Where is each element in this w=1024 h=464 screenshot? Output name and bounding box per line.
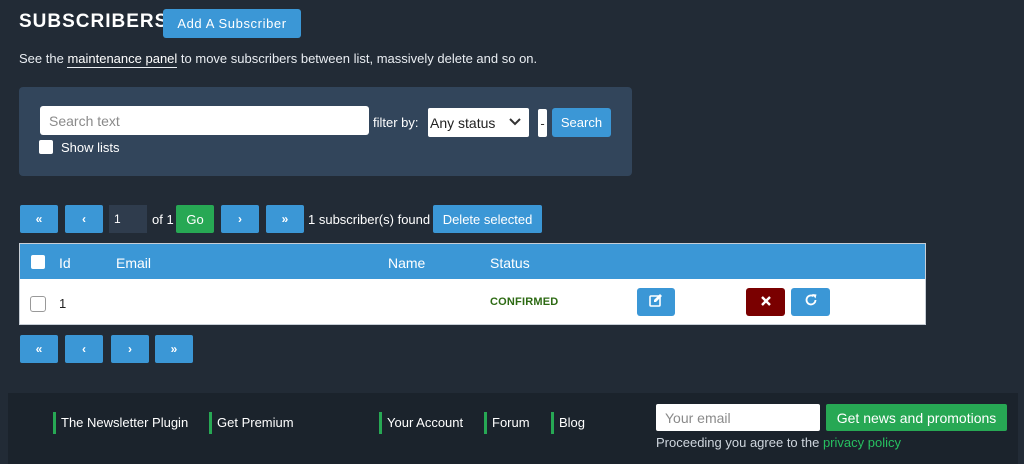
show-lists-label: Show lists bbox=[61, 140, 120, 155]
column-header-status: Status bbox=[490, 255, 530, 271]
footer-link-blog[interactable]: Blog bbox=[551, 412, 585, 434]
filter-by-label: filter by: bbox=[373, 115, 419, 130]
row-id: 1 bbox=[59, 296, 67, 311]
footer-link-newsletter-plugin[interactable]: The Newsletter Plugin bbox=[53, 412, 188, 434]
column-header-email: Email bbox=[116, 255, 152, 271]
table-header bbox=[20, 244, 925, 279]
first-page-button[interactable]: « bbox=[20, 205, 58, 233]
separator-box: - bbox=[538, 109, 547, 137]
column-header-id: Id bbox=[59, 255, 71, 271]
privacy-notice: Proceeding you agree to the privacy poli… bbox=[656, 435, 901, 450]
column-header-name: Name bbox=[388, 255, 426, 271]
footer-link-forum[interactable]: Forum bbox=[484, 412, 530, 434]
chevron-down-icon bbox=[509, 115, 521, 132]
footer-link-your-account[interactable]: Your Account bbox=[379, 412, 463, 434]
prev-page-button[interactable]: ‹ bbox=[65, 205, 103, 233]
next-page-button-bottom[interactable]: › bbox=[111, 335, 149, 363]
page-number-input[interactable]: 1 bbox=[109, 205, 147, 233]
edit-icon bbox=[649, 293, 663, 312]
resend-button[interactable] bbox=[791, 288, 830, 316]
last-page-button[interactable]: » bbox=[266, 205, 304, 233]
refresh-icon bbox=[804, 293, 818, 312]
search-button[interactable]: Search bbox=[552, 108, 611, 137]
close-icon bbox=[760, 293, 771, 311]
search-input[interactable] bbox=[40, 106, 369, 135]
page-title: SUBSCRIBERS bbox=[19, 11, 169, 32]
maintenance-panel-link[interactable]: maintenance panel bbox=[67, 51, 178, 68]
intro-suffix: to move subscribers between list, massiv… bbox=[177, 51, 538, 66]
privacy-prefix: Proceeding you agree to the bbox=[656, 435, 823, 450]
status-badge: CONFIRMED bbox=[490, 296, 559, 308]
delete-selected-button[interactable]: Delete selected bbox=[433, 205, 542, 233]
newsletter-email-input[interactable] bbox=[656, 404, 820, 431]
page-count-text: of 1 bbox=[152, 212, 174, 227]
edit-button[interactable] bbox=[637, 288, 675, 316]
get-news-button[interactable]: Get news and promotions bbox=[826, 404, 1007, 431]
next-page-button[interactable]: › bbox=[221, 205, 259, 233]
prev-page-button-bottom[interactable]: ‹ bbox=[65, 335, 103, 363]
go-button[interactable]: Go bbox=[176, 205, 214, 233]
intro-text: See the maintenance panel to move subscr… bbox=[19, 51, 538, 68]
select-all-checkbox[interactable] bbox=[31, 255, 45, 269]
status-select[interactable]: Any status bbox=[428, 108, 529, 137]
add-subscriber-button[interactable]: Add A Subscriber bbox=[163, 9, 301, 38]
first-page-button-bottom[interactable]: « bbox=[20, 335, 58, 363]
show-lists-checkbox[interactable] bbox=[39, 140, 53, 154]
delete-row-button[interactable] bbox=[746, 288, 785, 316]
footer-link-get-premium[interactable]: Get Premium bbox=[209, 412, 294, 434]
intro-prefix: See the bbox=[19, 51, 68, 66]
privacy-policy-link[interactable]: privacy policy bbox=[823, 435, 901, 450]
status-select-value: Any status bbox=[430, 114, 496, 131]
row-checkbox[interactable] bbox=[30, 296, 46, 312]
last-page-button-bottom[interactable]: » bbox=[155, 335, 193, 363]
found-count-text: 1 subscriber(s) found bbox=[308, 212, 431, 227]
